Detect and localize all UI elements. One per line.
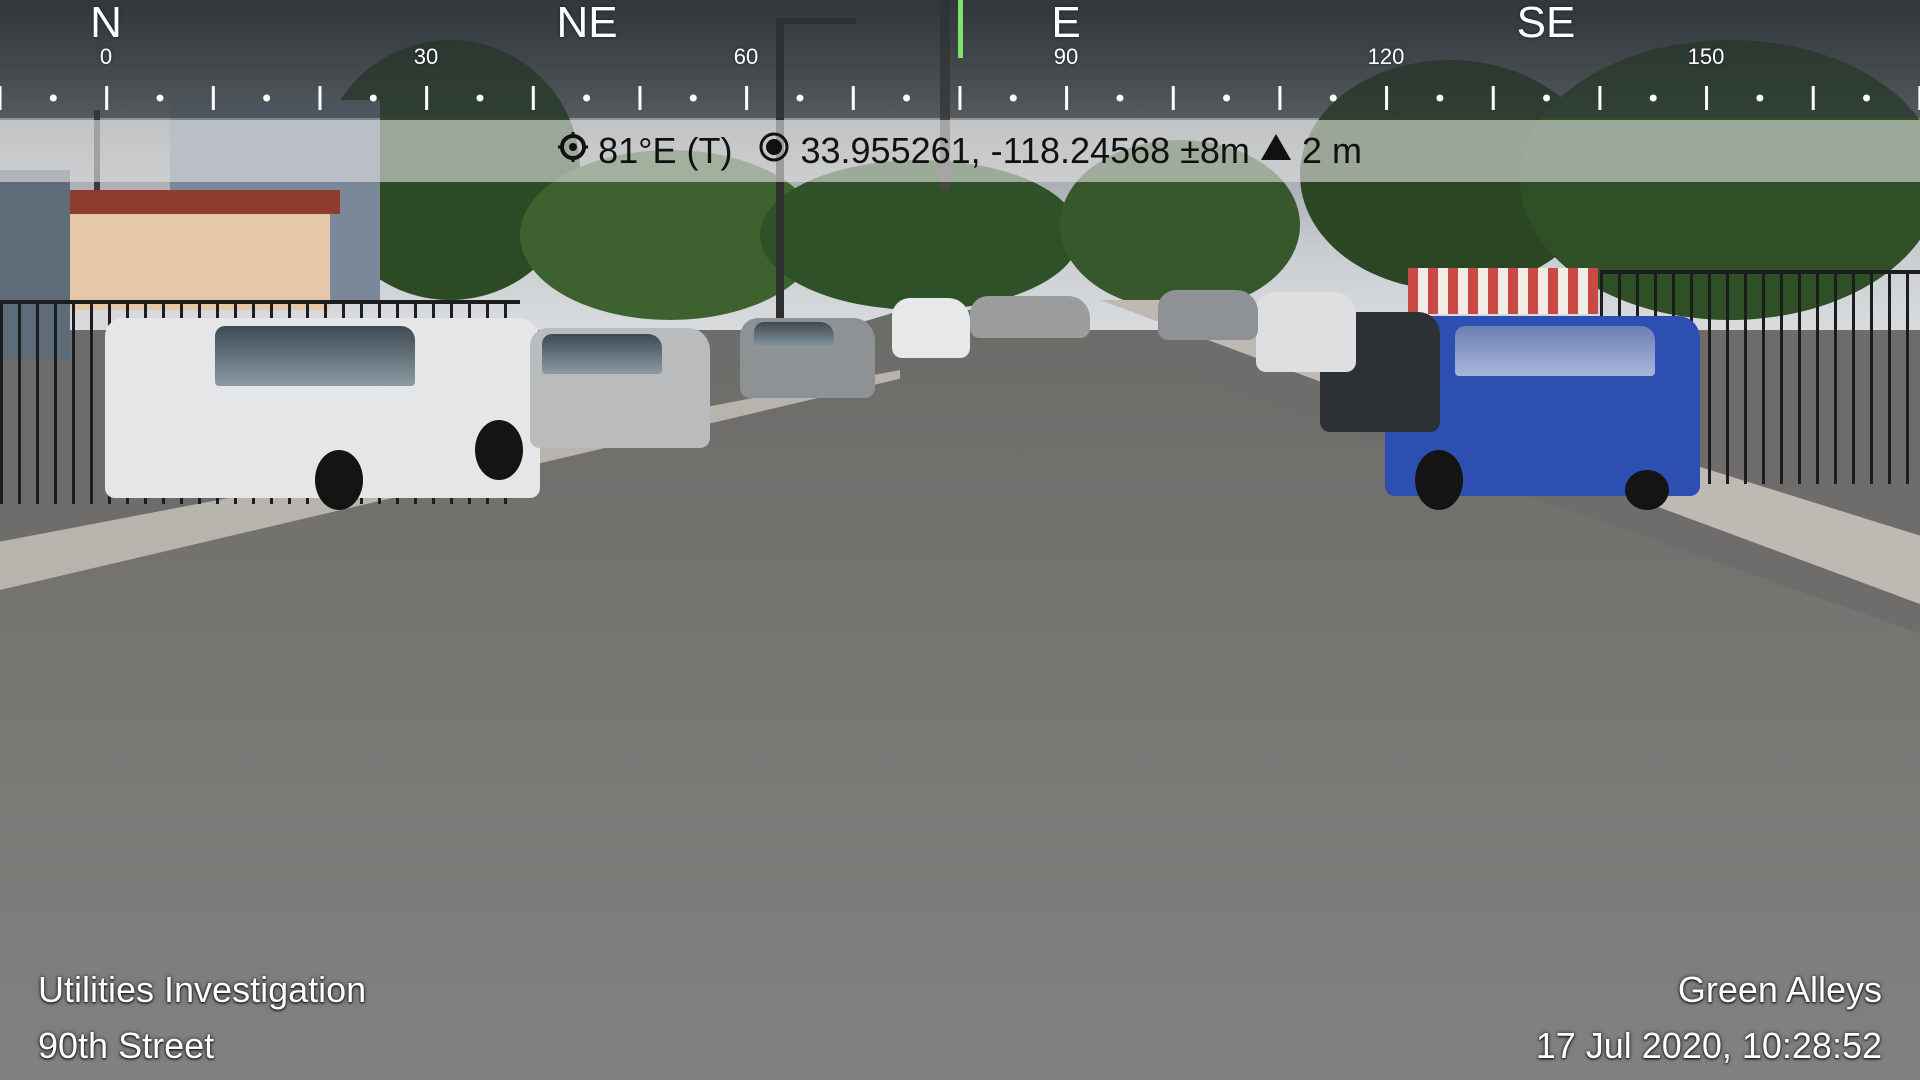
white-suv bbox=[892, 298, 970, 358]
compass-minor-tick bbox=[1329, 94, 1337, 102]
distant-cars-left bbox=[970, 296, 1090, 338]
wheel bbox=[1625, 470, 1669, 510]
house bbox=[60, 200, 330, 310]
heading-marker bbox=[958, 0, 963, 58]
silver-sedan bbox=[530, 328, 710, 448]
program-name: Green Alleys bbox=[1677, 969, 1882, 1010]
caption-right: Green Alleys 17 Jul 2020, 10:28:52 bbox=[1536, 962, 1882, 1074]
compass-minor-tick bbox=[903, 94, 911, 102]
compass-minor-tick bbox=[476, 94, 484, 102]
project-name: Utilities Investigation bbox=[38, 969, 367, 1010]
degree-label-60: 60 bbox=[733, 44, 759, 69]
compass-minor-tick bbox=[1863, 94, 1871, 102]
wheel bbox=[315, 450, 363, 510]
compass-minor-tick bbox=[1009, 94, 1017, 102]
compass-minor-tick bbox=[1543, 94, 1551, 102]
degree-label-0: 0 bbox=[99, 44, 113, 69]
coordinates-readout: 33.955261, -118.24568 ±8m bbox=[800, 130, 1250, 171]
house-roof bbox=[50, 190, 340, 214]
location-dot-icon bbox=[758, 131, 790, 172]
altitude-triangle-icon bbox=[1260, 132, 1292, 171]
altitude-readout: 2 m bbox=[1301, 130, 1362, 171]
compass-label-ne: NE bbox=[556, 0, 618, 47]
gray-sedan bbox=[740, 318, 875, 398]
compass-rose-icon bbox=[558, 131, 589, 171]
degree-label-30: 30 bbox=[413, 44, 439, 69]
wheel bbox=[1415, 450, 1463, 510]
compass-minor-tick bbox=[1436, 94, 1444, 102]
compass-label-n: N bbox=[90, 0, 122, 47]
camera-photo: N NE E SE 0 30 60 90 120 150 81°E (T) 33… bbox=[0, 0, 1920, 1080]
compass-minor-tick bbox=[583, 94, 591, 102]
timestamp: 17 Jul 2020, 10:28:52 bbox=[1535, 1025, 1882, 1066]
red-white-gate bbox=[1408, 268, 1598, 314]
compass-minor-tick bbox=[796, 94, 804, 102]
degree-label-150: 150 bbox=[1687, 44, 1725, 69]
caption-left: Utilities Investigation 90th Street bbox=[38, 962, 366, 1074]
compass-minor-tick bbox=[263, 94, 271, 102]
compass-minor-tick bbox=[1649, 94, 1657, 102]
wheel bbox=[475, 420, 523, 480]
distant-cars-right bbox=[1158, 290, 1258, 340]
heading-readout: 81°E (T) bbox=[598, 130, 733, 171]
compass-minor-tick bbox=[156, 94, 164, 102]
compass-label-e: E bbox=[1051, 0, 1081, 47]
degree-label-90: 90 bbox=[1053, 44, 1079, 69]
compass-minor-tick bbox=[1756, 94, 1764, 102]
compass-label-se: SE bbox=[1516, 0, 1576, 47]
compass-minor-tick bbox=[369, 94, 377, 102]
compass-minor-tick bbox=[1116, 94, 1124, 102]
degree-label-120: 120 bbox=[1367, 44, 1405, 69]
gps-info-bar: 81°E (T) 33.955261, -118.24568 ±8m 2 m bbox=[0, 120, 1920, 182]
white-truck bbox=[1256, 292, 1356, 372]
street-name: 90th Street bbox=[38, 1025, 215, 1066]
compass-minor-tick bbox=[689, 94, 697, 102]
compass-minor-tick bbox=[1223, 94, 1231, 102]
tree bbox=[760, 160, 1080, 310]
compass-minor-tick bbox=[49, 94, 57, 102]
